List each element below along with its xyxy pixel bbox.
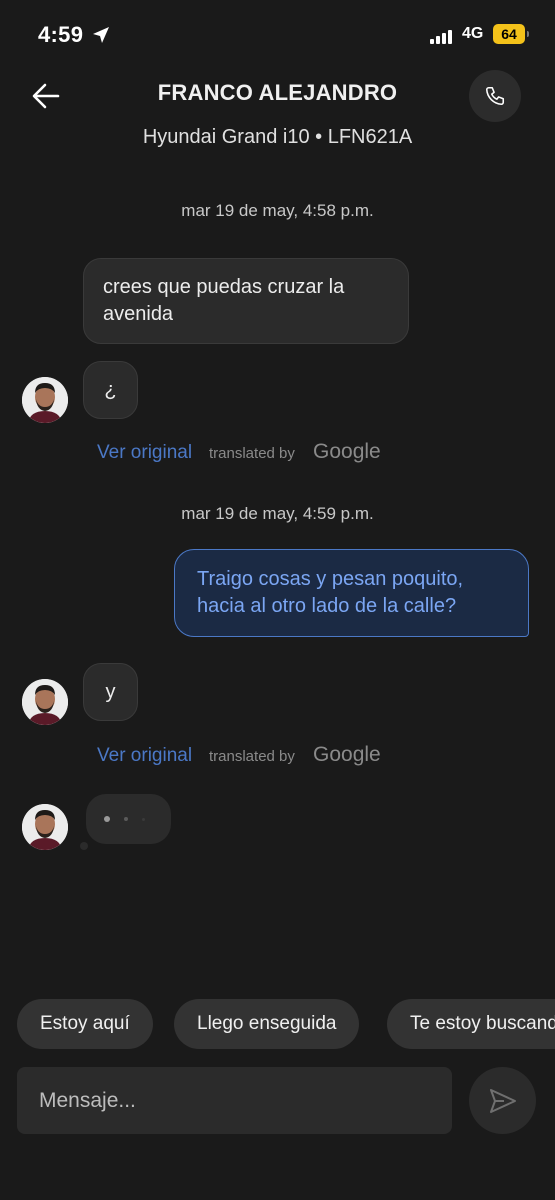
- typing-indicator: [86, 794, 171, 844]
- incoming-message: crees que puedas cruzar la avenida: [83, 258, 409, 344]
- translated-by-label: translated by: [209, 445, 295, 462]
- google-logo: Google: [313, 440, 381, 463]
- back-arrow-icon[interactable]: [28, 78, 64, 114]
- translation-row: Ver original translated by Google: [97, 743, 397, 771]
- status-bar: 4:59 4G 64: [0, 0, 555, 70]
- outgoing-message: Traigo cosas y pesan poquito, hacia al o…: [174, 549, 529, 637]
- translation-row: Ver original translated by Google: [97, 440, 397, 468]
- date-separator: mar 19 de may, 4:59 p.m.: [181, 504, 374, 523]
- phone-icon: [485, 86, 505, 106]
- status-time: 4:59: [38, 22, 84, 47]
- call-button[interactable]: [469, 70, 521, 122]
- quick-reply-chip[interactable]: Te estoy buscando: [387, 999, 555, 1049]
- quick-reply-chip[interactable]: Estoy aquí: [17, 999, 153, 1049]
- driver-avatar: [22, 679, 68, 725]
- vehicle-info: Hyundai Grand i10 • LFN621A: [142, 126, 413, 148]
- message-input[interactable]: [17, 1067, 452, 1134]
- ver-original-link[interactable]: Ver original: [97, 745, 192, 767]
- driver-name: FRANCO ALEJANDRO: [157, 80, 398, 105]
- quick-reply-chip[interactable]: Llego enseguida: [174, 999, 360, 1049]
- driver-avatar: [22, 804, 68, 850]
- send-button[interactable]: [469, 1067, 536, 1134]
- date-separator: mar 19 de may, 4:58 p.m.: [181, 201, 374, 220]
- incoming-message: ¿: [83, 361, 138, 419]
- location-arrow-icon: [93, 27, 109, 43]
- battery-icon: 64: [493, 24, 529, 44]
- google-logo: Google: [313, 743, 381, 766]
- incoming-message: y: [83, 663, 138, 721]
- network-type: 4G: [462, 25, 484, 42]
- ver-original-link[interactable]: Ver original: [97, 442, 192, 464]
- typing-indicator-tail: [80, 842, 88, 850]
- translated-by-label: translated by: [209, 748, 295, 765]
- driver-avatar: [22, 377, 68, 423]
- send-icon: [490, 1089, 516, 1113]
- cellular-signal-icon: [430, 28, 456, 44]
